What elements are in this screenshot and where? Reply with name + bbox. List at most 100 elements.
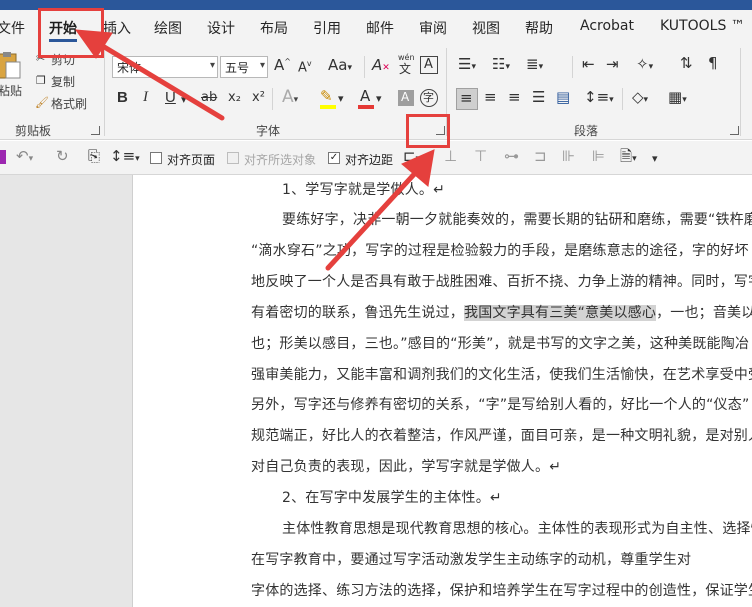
align-page-checkbox[interactable] — [150, 152, 162, 164]
align-top-icon[interactable]: ⊤ — [474, 149, 487, 164]
change-case-glyph: Aa — [328, 56, 348, 74]
tab-draw[interactable]: 绘图 — [154, 18, 182, 38]
shrink-font-icon[interactable]: Av — [298, 60, 312, 75]
paste-button[interactable] — [0, 50, 22, 84]
ribbon: 粘贴 ✂ 剪切 ❐ 复制 🖌 格式刷 剪贴板 宋体 ▾ 五号 ▾ A^ Av A… — [0, 44, 752, 140]
sort-icon[interactable]: ⇅ — [680, 56, 693, 71]
document-line: 要练好字，决非一朝一夕就能奏效的，需要长期的钻研和磨练，需要“铁杵磨 — [282, 212, 752, 228]
tab-insert[interactable]: 插入 — [103, 18, 131, 38]
separator — [364, 56, 365, 78]
align-center-v-icon[interactable]: ⊶ — [504, 149, 519, 164]
tab-help[interactable]: 帮助 — [525, 18, 553, 38]
clear-formatting-glyph: A — [372, 56, 383, 74]
text-effects-button[interactable]: A▾ — [282, 89, 298, 106]
redo-icon[interactable]: ↻ — [56, 149, 69, 164]
chevron-down-icon: ▾ — [376, 92, 382, 105]
group-separator — [740, 48, 741, 136]
bullets-icon[interactable]: ☰▾ — [458, 57, 476, 72]
tab-acrobat[interactable]: Acrobat — [580, 18, 634, 34]
character-shading-button[interactable]: A — [398, 90, 414, 106]
align-bottom-icon[interactable]: ⊥ — [444, 149, 457, 164]
enclose-characters-button[interactable]: 字 — [420, 89, 438, 107]
document-line: 强审美能力，又能丰富和调剂我们的文化生活，使我们生活愉快，在艺术享受中受 — [251, 367, 752, 383]
justify-icon[interactable]: ☰ — [532, 90, 545, 105]
change-case-icon[interactable]: Aa▾ — [328, 58, 352, 73]
tab-layout[interactable]: 布局 — [260, 18, 288, 38]
grow-font-icon[interactable]: A^ — [274, 58, 291, 73]
asian-layout-icon[interactable]: ✧▾ — [636, 57, 653, 72]
phonetic-guide-button[interactable]: wén 文 — [396, 52, 416, 78]
distributed-icon[interactable]: ▤ — [556, 90, 570, 105]
tab-file[interactable]: 文件 — [0, 18, 25, 38]
separator — [572, 56, 573, 78]
align-center-icon[interactable]: ≡ — [484, 90, 497, 105]
spacing-icon[interactable]: ↕≡▾ — [110, 149, 140, 164]
ribbon-tabs: 文件 开始 插入 绘图 设计 布局 引用 邮件 审阅 视图 帮助 Acrobat… — [0, 10, 752, 44]
document-line: 也；形美以感目，三也。”感目的“形美”，就是书写的文字之美，这种美既能陶冶 — [251, 336, 750, 352]
separator — [622, 88, 623, 110]
clear-formatting-icon[interactable]: A✕ — [372, 58, 390, 73]
numbering-icon[interactable]: ☷▾ — [492, 57, 510, 72]
line-segment: 有着密切的联系，鲁迅先生说过， — [251, 305, 464, 321]
copy-icon: ❐ — [36, 74, 46, 87]
distribute-icon[interactable]: ⊪ — [562, 149, 575, 164]
align-right-icon[interactable]: ≡ — [508, 90, 521, 105]
purple-tool-icon[interactable] — [0, 150, 6, 164]
shading-bucket-icon[interactable]: ◇▾ — [632, 90, 648, 105]
increase-indent-icon[interactable]: ⇥ — [606, 57, 619, 72]
tab-view[interactable]: 视图 — [472, 18, 500, 38]
align-right-objects-icon[interactable]: ⊐ — [534, 149, 547, 164]
format-painter-label: 格式刷 — [51, 97, 88, 111]
font-color-bar — [358, 105, 374, 109]
align-left-objects-icon[interactable]: ⊏▾ — [403, 149, 420, 164]
tab-mailings[interactable]: 邮件 — [366, 18, 394, 38]
subscript-button[interactable]: x₂ — [228, 91, 241, 104]
align-left-button[interactable]: ≡ — [456, 88, 478, 110]
tab-kutools[interactable]: KUTOOLS ™ — [660, 18, 745, 34]
superscript-button[interactable]: x² — [252, 91, 265, 104]
phonetic-text: wén — [398, 53, 415, 62]
chevron-down-icon[interactable]: ▾ — [181, 94, 187, 105]
grow-font-glyph: A — [274, 56, 285, 74]
align-selected-checkbox[interactable] — [227, 152, 239, 164]
undo-icon[interactable]: ↶▾ — [16, 149, 33, 164]
document-line: 在写字教育中，要通过写字活动激发学生主动练字的动机，尊重学生对 — [251, 552, 692, 568]
document-icon[interactable]: 🗎▾ — [620, 149, 637, 164]
font-color-button[interactable]: A ▾ — [356, 88, 388, 112]
character-border-button[interactable]: A — [420, 56, 438, 74]
show-marks-icon[interactable]: ¶ — [708, 56, 718, 71]
font-size-combobox[interactable]: 五号 ▾ — [220, 56, 268, 78]
chevron-down-icon: ▾ — [209, 60, 215, 71]
format-icon[interactable]: ⎘ — [88, 149, 100, 164]
decrease-indent-icon[interactable]: ⇤ — [582, 57, 595, 72]
underline-button[interactable]: U — [165, 90, 176, 105]
copy-button[interactable]: ❐ 复制 — [34, 72, 94, 92]
chevron-down-icon[interactable]: ▾ — [652, 153, 658, 164]
font-name-combobox[interactable]: 宋体 ▾ — [112, 56, 218, 78]
document-page[interactable]: 1、学写字就是学做人。↵ 要练好字，决非一朝一夕就能奏效的，需要长期的钻研和磨练… — [132, 175, 752, 607]
chevron-down-icon: ▾ — [338, 92, 344, 105]
copy-label: 复制 — [51, 75, 76, 89]
bold-button[interactable]: B — [117, 90, 128, 105]
italic-button[interactable]: I — [143, 90, 148, 105]
tab-design[interactable]: 设计 — [207, 18, 235, 38]
strikethrough-button[interactable]: ab — [201, 91, 217, 104]
document-line: 2、在写字中发展学生的主体性。↵ — [282, 490, 502, 506]
separator — [272, 88, 273, 110]
align-left-edge-icon[interactable]: ⊫ — [592, 149, 605, 164]
format-painter-button[interactable]: 🖌 格式刷 — [34, 94, 94, 114]
highlight-color-button[interactable]: ✎ ▾ — [318, 88, 350, 112]
document-line: 1、学写字就是学做人。↵ — [282, 182, 446, 198]
align-left-icon: ≡ — [460, 89, 473, 107]
paragraph-dialog-launcher[interactable] — [730, 126, 739, 135]
tab-review[interactable]: 审阅 — [419, 18, 447, 38]
align-margin-checkbox[interactable]: ✓ — [328, 152, 340, 164]
borders-icon[interactable]: ▦▾ — [668, 90, 687, 105]
tab-references[interactable]: 引用 — [313, 18, 341, 38]
font-color-icon: A — [360, 87, 371, 105]
document-line: 地反映了一个人是否具有敢于战胜困难、百折不挠、力争上游的精神。同时，写字 — [251, 274, 752, 290]
clipboard-dialog-launcher[interactable] — [91, 126, 100, 135]
multilevel-list-icon[interactable]: ≣▾ — [526, 57, 543, 72]
paste-label[interactable]: 粘贴 — [0, 82, 22, 99]
line-spacing-icon[interactable]: ↕≡▾ — [584, 90, 614, 105]
